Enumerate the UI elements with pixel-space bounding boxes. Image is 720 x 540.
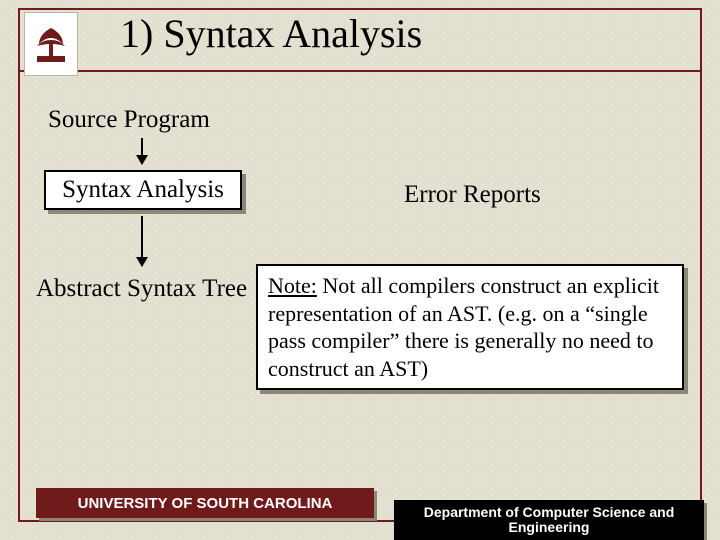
box-syntax-analysis-label: Syntax Analysis (62, 176, 224, 204)
slide-title: 1) Syntax Analysis (120, 10, 422, 57)
footer-department: Department of Computer Science and Engin… (394, 500, 704, 540)
slide: 1) Syntax Analysis Source Program Syntax… (0, 0, 720, 540)
label-abstract-syntax-tree: Abstract Syntax Tree (36, 275, 247, 303)
note-lead: Note: (268, 273, 317, 298)
arrow-down-icon (141, 216, 143, 266)
arrow-down-icon (141, 138, 143, 164)
note-box: Note: Not all compilers construct an exp… (256, 264, 684, 390)
label-source-program: Source Program (48, 106, 210, 134)
box-syntax-analysis: Syntax Analysis (44, 170, 242, 210)
note-body: Not all compilers construct an explicit … (268, 273, 659, 381)
title-rule (18, 70, 702, 72)
footer-university-text: UNIVERSITY OF SOUTH CAROLINA (78, 495, 333, 512)
label-error-reports: Error Reports (404, 181, 541, 209)
footer-department-text: Department of Computer Science and Engin… (394, 505, 704, 536)
university-logo-icon (24, 12, 78, 76)
footer-university: UNIVERSITY OF SOUTH CAROLINA (36, 488, 374, 518)
